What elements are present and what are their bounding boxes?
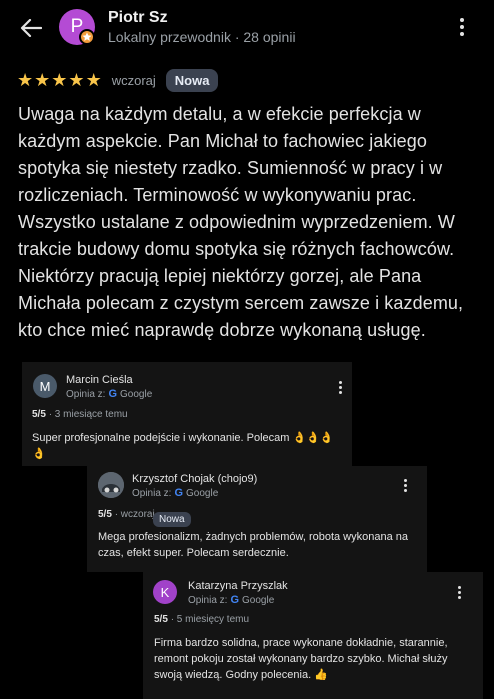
star-icon: ★ xyxy=(34,70,51,90)
new-badge: Nowa xyxy=(165,68,219,92)
more-vert-icon[interactable] xyxy=(334,379,346,395)
review-source: Opinia z: G Google xyxy=(188,594,274,606)
source-name: Google xyxy=(242,594,275,606)
comment-text: Super profesjonalne podejście i wykonani… xyxy=(32,432,334,460)
google-g-icon: G xyxy=(108,388,118,400)
review-header: P Piotr Sz Lokalny przewodnik · 28 opini… xyxy=(0,0,494,56)
rating-date: · 3 miesiące temu xyxy=(48,409,128,420)
review-rating-row: ★ ★ ★ ★ ★ wczoraj Nowa xyxy=(17,68,219,92)
star-icon: ★ xyxy=(68,70,85,90)
google-g-icon: G xyxy=(230,594,240,606)
rating-date: · wczoraj xyxy=(114,509,155,520)
embedded-review-card[interactable]: M Marcin Cieśla Opinia z: G Google 5/5 ·… xyxy=(22,362,352,466)
star-rating: ★ ★ ★ ★ ★ xyxy=(17,71,102,89)
star-icon: ★ xyxy=(85,70,102,90)
reviewer-name[interactable]: Piotr Sz xyxy=(108,9,168,27)
rating-value: 5/5 xyxy=(154,614,168,625)
comment-rating: 5/5 · wczoraj xyxy=(98,509,155,520)
review-body: Uwaga na każdym detalu, a w efekcie perf… xyxy=(18,104,464,340)
more-vert-icon[interactable] xyxy=(453,584,465,600)
star-icon: ★ xyxy=(17,70,34,90)
new-badge: Nowa xyxy=(153,512,191,527)
embedded-review-card[interactable]: Krzysztof Chojak (chojo9) Opinia z: G Go… xyxy=(87,466,427,572)
rating-value: 5/5 xyxy=(32,409,46,420)
comment-text: Firma bardzo solidna, prace wykonane dok… xyxy=(154,637,448,681)
review-date: wczoraj xyxy=(111,72,156,88)
commenter-name: Krzysztof Chojak (chojo9) xyxy=(132,473,258,485)
more-vert-icon[interactable] xyxy=(399,477,411,493)
source-name: Google xyxy=(120,388,153,400)
rating-date: · 5 miesięcy temu xyxy=(170,614,250,625)
back-arrow-icon[interactable] xyxy=(16,13,46,43)
comment-rating: 5/5 · 3 miesiące temu xyxy=(32,409,128,420)
review-source: Opinia z: G Google xyxy=(132,487,218,499)
source-label: Opinia z: xyxy=(66,388,106,400)
commenter-avatar: M xyxy=(33,374,57,398)
comment-text: Mega profesionalizm, żadnych problemów, … xyxy=(98,531,409,559)
source-name: Google xyxy=(186,487,219,499)
local-guide-star-icon xyxy=(79,29,95,45)
embedded-review-card[interactable]: K Katarzyna Przyszlak Opinia z: G Google… xyxy=(143,572,483,699)
comment-rating: 5/5 · 5 miesięcy temu xyxy=(154,614,249,625)
commenter-avatar: K xyxy=(153,580,177,604)
google-g-icon: G xyxy=(174,487,184,499)
source-label: Opinia z: xyxy=(132,487,172,499)
commenter-name: Katarzyna Przyszlak xyxy=(188,580,288,592)
star-icon: ★ xyxy=(51,70,68,90)
commenter-avatar-photo xyxy=(98,472,124,498)
rating-value: 5/5 xyxy=(98,509,112,520)
commenter-name: Marcin Cieśla xyxy=(66,374,133,386)
source-label: Opinia z: xyxy=(188,594,228,606)
more-vert-icon[interactable] xyxy=(452,14,472,40)
reviewer-subtitle: Lokalny przewodnik · 28 opinii xyxy=(108,29,296,45)
review-source: Opinia z: G Google xyxy=(66,388,152,400)
